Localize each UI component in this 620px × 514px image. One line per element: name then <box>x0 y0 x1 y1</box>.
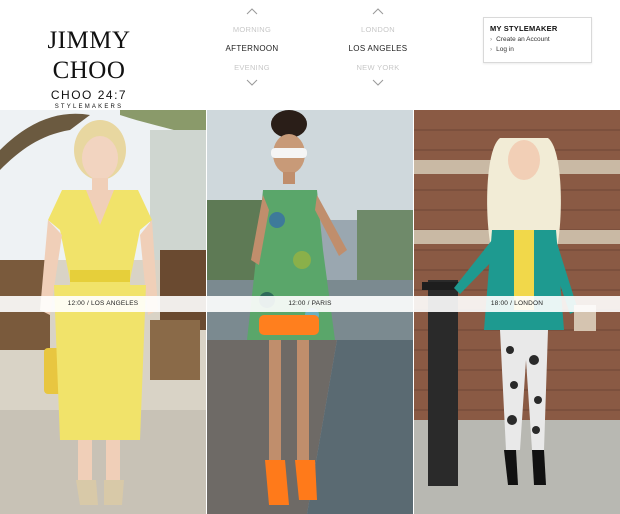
stylemaker-grid: 12:00 / LOS ANGELES 12:00 / PARIS 18:00 … <box>0 110 620 514</box>
my-stylemaker-title: MY STYLEMAKER <box>490 24 558 33</box>
stylemaker-tile-london[interactable]: 18:00 / LONDON <box>414 110 620 514</box>
chevron-right-icon: › <box>490 46 493 53</box>
stylemaker-tile-los-angeles[interactable]: 12:00 / LOS ANGELES <box>0 110 206 514</box>
stylemaker-photo <box>0 110 206 514</box>
city-option-next[interactable]: NEW YORK <box>338 58 418 77</box>
tile-caption: 12:00 / PARIS <box>207 296 413 312</box>
stylemaker-photo <box>207 110 413 514</box>
login-link[interactable]: › Log in <box>484 46 591 53</box>
city-option-selected[interactable]: LOS ANGELES <box>338 39 418 58</box>
brand-name: JIMMY CHOO <box>47 27 131 84</box>
time-picker: MORNING AFTERNOON EVENING <box>212 6 292 106</box>
city-picker: LONDON LOS ANGELES NEW YORK <box>338 6 418 106</box>
create-account-link[interactable]: › Create an Account <box>484 36 591 43</box>
time-option-next[interactable]: EVENING <box>212 58 292 77</box>
time-option-previous[interactable]: MORNING <box>212 20 292 39</box>
tile-caption: 12:00 / LOS ANGELES <box>0 296 206 312</box>
time-option-selected[interactable]: AFTERNOON <box>212 39 292 58</box>
campaign-name: CHOO 24:7 <box>50 88 128 102</box>
login-label: Log in <box>496 46 514 53</box>
my-stylemaker-panel: MY STYLEMAKER › Create an Account › Log in <box>483 17 592 63</box>
tile-caption: 18:00 / LONDON <box>414 296 620 312</box>
create-account-label: Create an Account <box>496 36 550 43</box>
stylemaker-tile-paris[interactable]: 12:00 / PARIS <box>207 110 413 514</box>
time-down-arrow-icon[interactable] <box>212 77 292 91</box>
chevron-right-icon: › <box>490 36 493 43</box>
site-header: JIMMY CHOO CHOO 24:7 STYLEMAKERS MORNING… <box>0 0 620 110</box>
city-option-previous[interactable]: LONDON <box>338 20 418 39</box>
time-up-arrow-icon[interactable] <box>212 6 292 20</box>
stylemaker-photo <box>414 110 620 514</box>
city-down-arrow-icon[interactable] <box>338 77 418 91</box>
city-up-arrow-icon[interactable] <box>338 6 418 20</box>
brand-logo[interactable]: JIMMY CHOO CHOO 24:7 STYLEMAKERS <box>14 26 164 110</box>
